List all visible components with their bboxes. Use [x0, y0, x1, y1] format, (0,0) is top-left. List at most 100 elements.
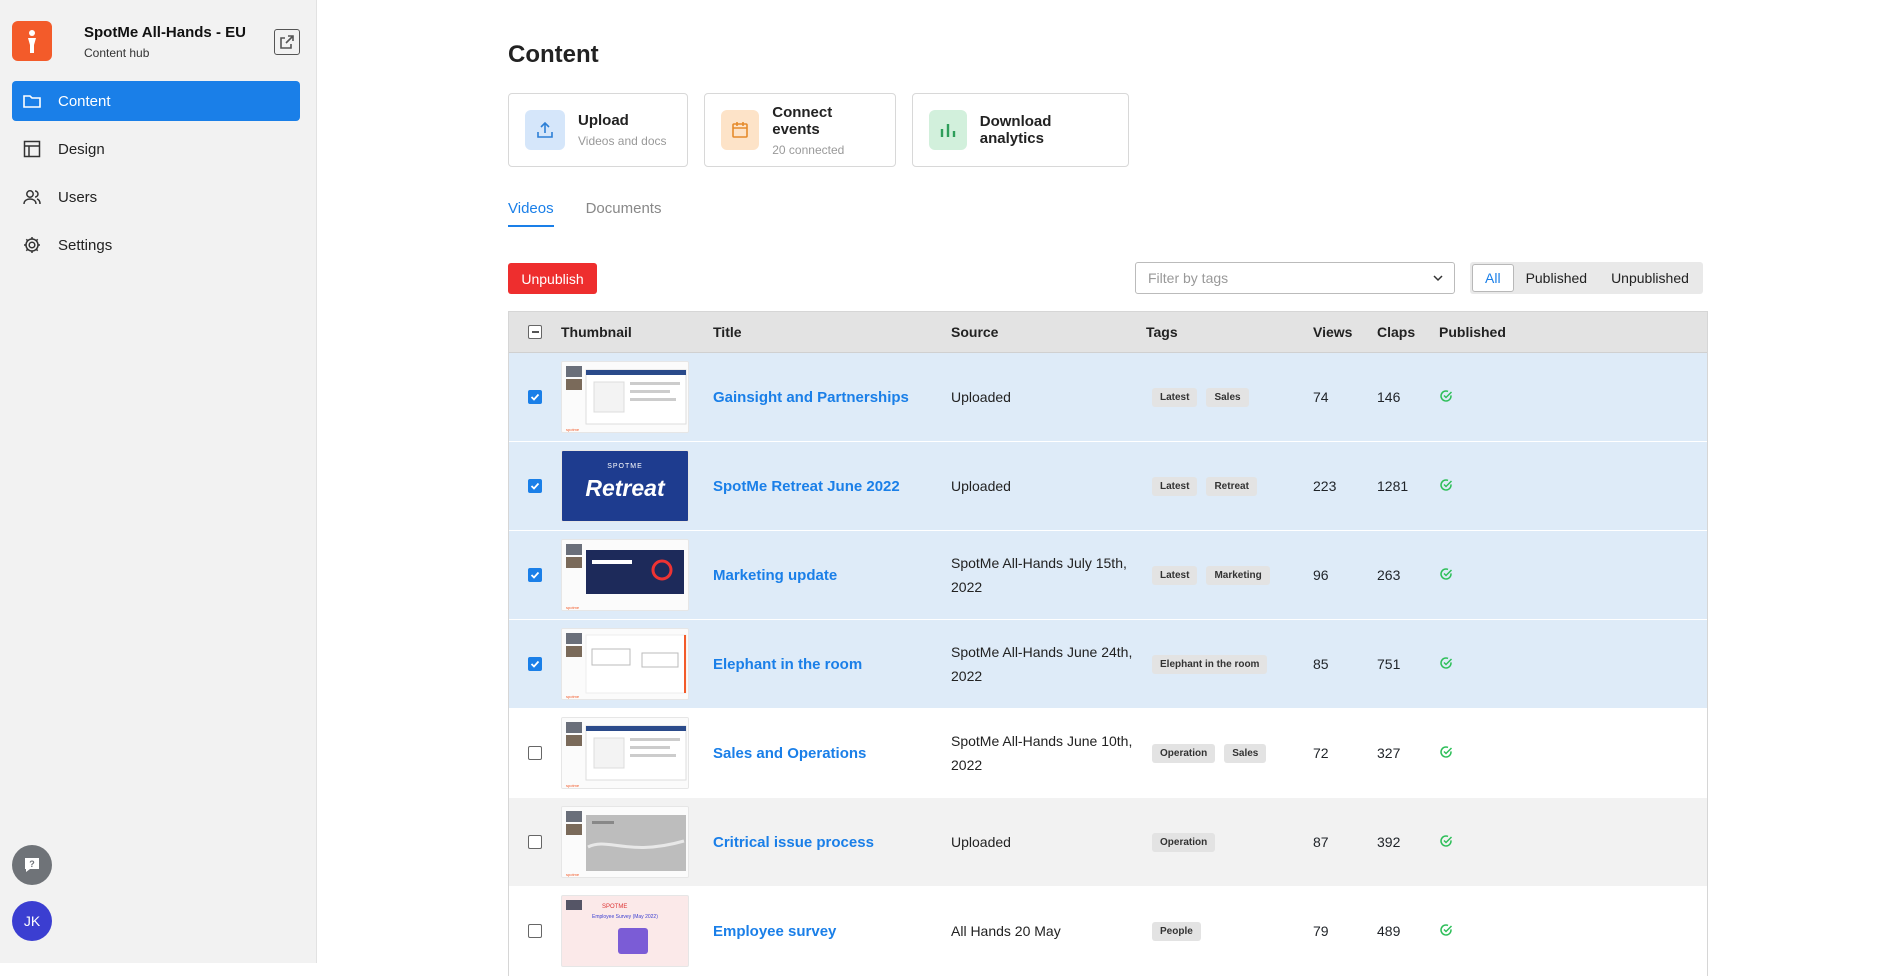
video-title-link[interactable]: Elephant in the room: [713, 656, 951, 673]
content-tabs: Videos Documents: [508, 200, 661, 227]
video-thumbnail[interactable]: SPOTME Employee Survey (May 2022): [561, 895, 689, 967]
video-thumbnail[interactable]: spotme: [561, 628, 689, 700]
table-body: spotme Gainsight and Partnerships Uploaded…: [509, 353, 1707, 976]
tag-badge[interactable]: Sales: [1224, 743, 1267, 763]
tag-badge[interactable]: Retreat: [1206, 476, 1257, 496]
filter-published-button[interactable]: Published: [1514, 264, 1600, 292]
upload-card[interactable]: Upload Videos and docs: [508, 93, 688, 167]
video-claps: 489: [1377, 923, 1401, 939]
video-views: 79: [1313, 923, 1329, 939]
row-checkbox[interactable]: [528, 835, 542, 849]
tab-documents[interactable]: Documents: [586, 200, 662, 227]
video-thumbnail[interactable]: spotme: [561, 806, 689, 878]
video-title-link[interactable]: Employee survey: [713, 923, 951, 940]
chevron-down-icon: [1433, 275, 1443, 282]
video-source: Uploaded: [951, 478, 1011, 494]
video-claps: 392: [1377, 834, 1401, 850]
sidebar-item-settings[interactable]: Settings: [12, 225, 300, 265]
video-title-link[interactable]: SpotMe Retreat June 2022: [713, 478, 951, 495]
video-thumbnail[interactable]: spotme: [561, 539, 689, 611]
tag-filter-select[interactable]: Filter by tags: [1135, 262, 1455, 294]
tag-badge[interactable]: Operation: [1152, 832, 1216, 852]
tag-badge[interactable]: Sales: [1206, 387, 1249, 407]
svg-text:spotme: spotme: [566, 605, 580, 610]
video-views: 96: [1313, 567, 1329, 583]
video-tags: Operation Sales: [1146, 743, 1313, 763]
open-external-button[interactable]: [274, 29, 300, 55]
tag-badge[interactable]: Operation: [1152, 743, 1216, 763]
video-views: 223: [1313, 478, 1337, 494]
table-row[interactable]: spotme Elephant in the room SpotMe All-Han…: [509, 620, 1707, 709]
video-claps: 263: [1377, 567, 1401, 583]
header-thumbnail: Thumbnail: [561, 324, 632, 340]
header-claps: Claps: [1377, 324, 1416, 340]
row-checkbox[interactable]: [528, 479, 542, 493]
action-cards: Upload Videos and docs Connect events 20…: [508, 93, 1129, 167]
tag-filter-placeholder: Filter by tags: [1148, 270, 1229, 286]
video-source: SpotMe All-Hands June 10th, 2022: [951, 733, 1133, 773]
tag-badge[interactable]: Elephant in the room: [1152, 654, 1268, 674]
video-source: Uploaded: [951, 389, 1011, 405]
row-checkbox[interactable]: [528, 657, 542, 671]
table-row[interactable]: spotme Critrical issue process Uploaded Ope…: [509, 798, 1707, 887]
table-row[interactable]: SPOTME Retreat SpotMe Retreat June 2022 Upl…: [509, 442, 1707, 531]
upload-title: Upload: [578, 112, 629, 129]
video-thumbnail[interactable]: spotme: [561, 717, 689, 789]
row-checkbox[interactable]: [528, 390, 542, 404]
video-claps: 146: [1377, 389, 1401, 405]
tag-badge[interactable]: Latest: [1152, 565, 1198, 585]
tag-badge[interactable]: Latest: [1152, 387, 1198, 407]
row-checkbox[interactable]: [528, 924, 542, 938]
sidebar-item-label: Content: [58, 92, 111, 110]
sidebar-item-content[interactable]: Content: [12, 81, 300, 121]
video-claps: 751: [1377, 656, 1401, 672]
video-claps: 1281: [1377, 478, 1409, 494]
svg-text:spotme: spotme: [566, 783, 580, 788]
sidebar-nav: Content Design Users Settings: [12, 81, 300, 273]
app-logo[interactable]: [12, 21, 52, 61]
sidebar-item-design[interactable]: Design: [12, 129, 300, 169]
thumbnail-title: Employee Survey (May 2022): [592, 914, 658, 920]
tab-videos[interactable]: Videos: [508, 200, 554, 227]
videos-table: Thumbnail Title Source Tags Views Claps …: [508, 311, 1708, 976]
page-title: Content: [508, 41, 599, 68]
folder-icon: [23, 95, 41, 108]
row-checkbox[interactable]: [528, 746, 542, 760]
video-tags: Latest Marketing: [1146, 565, 1313, 585]
avatar[interactable]: JK: [12, 901, 52, 941]
table-row[interactable]: spotme Gainsight and Partnerships Uploaded…: [509, 353, 1707, 442]
tag-badge[interactable]: Marketing: [1206, 565, 1270, 585]
table-row[interactable]: spotme Sales and Operations SpotMe All-Han…: [509, 709, 1707, 798]
video-title-link[interactable]: Gainsight and Partnerships: [713, 389, 951, 406]
filter-unpublished-button[interactable]: Unpublished: [1599, 264, 1701, 292]
video-title-link[interactable]: Critrical issue process: [713, 834, 951, 851]
thumbnail-title: Retreat: [585, 475, 665, 501]
app-subtitle: Content hub: [84, 46, 150, 60]
video-title-link[interactable]: Marketing update: [713, 567, 951, 584]
unpublish-button[interactable]: Unpublish: [508, 263, 597, 294]
external-link-icon: [280, 35, 294, 49]
video-title-link[interactable]: Sales and Operations: [713, 745, 951, 762]
upload-subtitle: Videos and docs: [578, 134, 667, 148]
video-views: 85: [1313, 656, 1329, 672]
select-all-checkbox[interactable]: [528, 325, 542, 339]
app-title: SpotMe All-Hands - EU: [84, 24, 246, 41]
video-thumbnail[interactable]: SPOTME Retreat: [561, 450, 689, 522]
download-analytics-title: Download analytics: [979, 113, 1052, 147]
video-thumbnail[interactable]: spotme: [561, 361, 689, 433]
tag-badge[interactable]: Latest: [1152, 476, 1198, 496]
download-analytics-card[interactable]: Download analytics: [912, 93, 1129, 167]
published-check-icon: [1440, 834, 1453, 847]
help-button[interactable]: ?: [12, 845, 52, 885]
row-checkbox[interactable]: [528, 568, 542, 582]
video-source: Uploaded: [951, 834, 1011, 850]
video-views: 74: [1313, 389, 1329, 405]
tag-badge[interactable]: People: [1152, 921, 1201, 941]
video-tags: Latest Sales: [1146, 387, 1313, 407]
sidebar-item-users[interactable]: Users: [12, 177, 300, 217]
filter-all-button[interactable]: All: [1472, 264, 1514, 292]
table-row[interactable]: spotme Marketing update SpotMe All-Hands J…: [509, 531, 1707, 620]
video-tags: Elephant in the room: [1146, 654, 1313, 674]
connect-events-card[interactable]: Connect events 20 connected: [704, 93, 896, 167]
video-source: SpotMe All-Hands July 15th, 2022: [951, 555, 1127, 595]
